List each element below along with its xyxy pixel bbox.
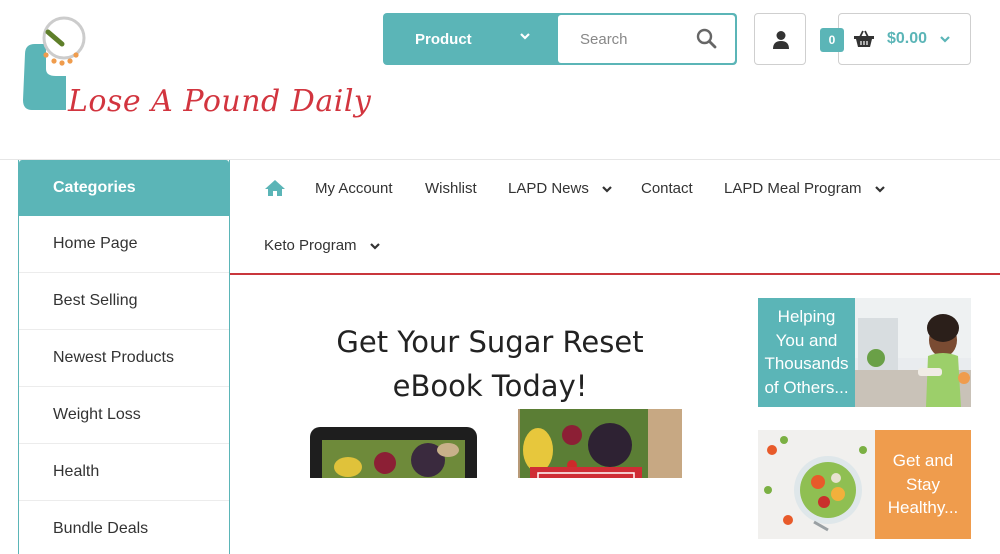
main-navigation: My Account Wishlist LAPD News Contact LA… — [230, 160, 1000, 275]
nav-item-lapd-meal-program[interactable]: LAPD Meal Program — [724, 180, 886, 197]
banner-line-2: eBook Today! — [392, 369, 588, 403]
chevron-down-icon — [874, 185, 885, 193]
promo-line: Stay — [905, 474, 941, 494]
sidebar-item-bundle-deals[interactable]: Bundle Deals — [19, 501, 229, 554]
promo-line: Thousands — [764, 354, 849, 373]
ebook-product-image[interactable] — [310, 405, 690, 480]
banner-line-1: Get Your Sugar Reset — [336, 325, 644, 359]
chevron-down-icon — [369, 242, 380, 250]
promo-line: Get and — [892, 451, 954, 470]
chevron-down-icon — [602, 185, 612, 193]
promo-line: of Others... — [764, 377, 849, 397]
banner-headline[interactable]: Get Your Sugar Reset eBook Today! — [300, 320, 680, 408]
promo-text: Get and Stay Healthy... — [875, 449, 971, 520]
site-logo[interactable]: Lose A Pound Daily — [18, 14, 371, 124]
chevron-down-icon — [520, 33, 530, 40]
basket-icon — [854, 30, 874, 47]
search-icon[interactable] — [695, 27, 719, 51]
promo-line: Helping — [777, 307, 836, 326]
nav-item-contact[interactable]: Contact — [641, 180, 693, 197]
promo-helping-others[interactable]: Helping You and Thousands of Others... — [758, 298, 971, 407]
nav-item-lapd-news[interactable]: LAPD News — [508, 180, 613, 197]
sidebar-item-weight-loss[interactable]: Weight Loss — [19, 387, 229, 444]
nav-divider — [230, 273, 1000, 275]
logo-text: Lose A Pound Daily — [68, 84, 372, 119]
promo-line: Healthy... — [887, 498, 959, 517]
search-category-label: Product — [415, 30, 472, 48]
account-button[interactable] — [754, 13, 806, 65]
nav-label: Contact — [641, 180, 693, 197]
search-bar: Product — [383, 13, 737, 65]
nav-label: Keto Program — [264, 237, 357, 254]
categories-heading[interactable]: Categories — [19, 160, 229, 216]
sidebar-item-newest-products[interactable]: Newest Products — [19, 330, 229, 387]
user-icon — [773, 31, 789, 49]
promo-text: Helping You and Thousands of Others... — [758, 305, 855, 399]
nav-item-wishlist[interactable]: Wishlist — [425, 180, 477, 197]
nav-label: LAPD Meal Program — [724, 180, 862, 197]
category-sidebar: Categories Home Page Best Selling Newest… — [18, 160, 230, 554]
promo-line: You and — [775, 330, 838, 350]
cart-button[interactable]: $0.00 — [838, 13, 971, 65]
promo-get-healthy[interactable]: Get and Stay Healthy... — [758, 430, 971, 539]
sidebar-item-home-page[interactable]: Home Page — [19, 216, 229, 273]
cart-total: $0.00 — [887, 30, 928, 47]
nav-label: My Account — [315, 180, 393, 197]
sidebar-item-health[interactable]: Health — [19, 444, 229, 501]
cart-count-badge: 0 — [820, 28, 844, 52]
search-category-select[interactable]: Product — [383, 13, 557, 65]
home-icon[interactable] — [264, 179, 286, 197]
nav-item-keto-program[interactable]: Keto Program — [264, 237, 381, 254]
sidebar-item-best-selling[interactable]: Best Selling — [19, 273, 229, 330]
nav-item-my-account[interactable]: My Account — [315, 180, 393, 197]
nav-label: LAPD News — [508, 180, 589, 197]
chevron-down-icon — [940, 36, 950, 43]
nav-label: Wishlist — [425, 180, 477, 197]
